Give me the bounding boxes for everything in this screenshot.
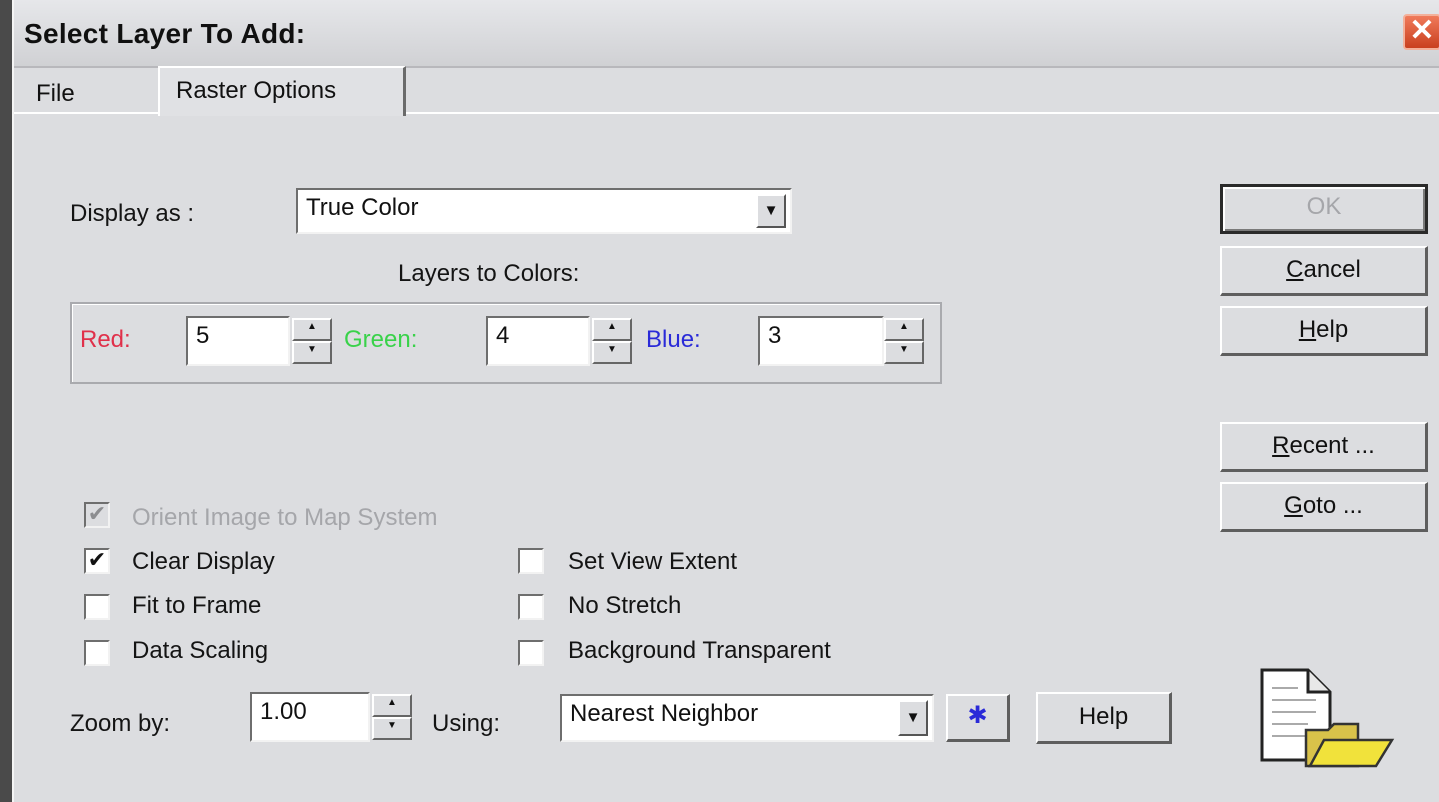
spin-up-icon[interactable]: ▲: [372, 694, 412, 717]
using-label: Using:: [432, 710, 501, 737]
display-as-select[interactable]: True Color ▼: [296, 188, 792, 234]
spin-down-icon[interactable]: ▼: [592, 341, 632, 364]
resampling-dropdown-arrow[interactable]: ▼: [898, 700, 928, 736]
set-view-extent-checkbox[interactable]: [518, 548, 544, 574]
set-view-extent-label: Set View Extent: [568, 548, 737, 575]
dialog-title: Select Layer To Add:: [24, 18, 306, 49]
spin-up-icon[interactable]: ▲: [292, 318, 332, 341]
green-label: Green:: [344, 326, 418, 353]
orient-image-checkbox[interactable]: ✔: [84, 502, 110, 528]
blue-layer-spinner[interactable]: ▲ ▼: [884, 318, 924, 364]
clear-display-checkbox[interactable]: ✔: [84, 548, 110, 574]
cancel-mnemonic: C: [1286, 256, 1304, 283]
orient-image-label: Orient Image to Map System: [132, 504, 438, 531]
green-layer-spinner[interactable]: ▲ ▼: [592, 318, 632, 364]
clear-display-label: Clear Display: [132, 548, 275, 575]
file-folder-icon: [1258, 668, 1398, 772]
recent-mnemonic: R: [1272, 432, 1290, 459]
fit-to-frame-checkbox[interactable]: [84, 594, 110, 620]
display-as-label: Display as :: [70, 200, 195, 227]
no-stretch-label: No Stretch: [568, 592, 682, 619]
fit-to-frame-label: Fit to Frame: [132, 592, 262, 619]
blue-label: Blue:: [646, 326, 701, 353]
display-as-value: True Color: [306, 194, 419, 221]
tab-file[interactable]: File: [36, 80, 75, 108]
red-layer-value: 5: [196, 322, 210, 349]
ok-button-label: OK: [1306, 193, 1342, 220]
close-icon: ✕: [1409, 14, 1435, 47]
red-layer-spinner[interactable]: ▲ ▼: [292, 318, 332, 364]
blue-layer-input[interactable]: 3: [758, 316, 884, 366]
layers-to-colors-heading: Layers to Colors:: [398, 260, 580, 287]
chevron-down-icon: ▼: [905, 709, 921, 726]
title-bar: Select Layer To Add: ✕: [14, 0, 1439, 68]
no-stretch-checkbox[interactable]: [518, 594, 544, 620]
zoom-by-input[interactable]: 1.00: [250, 692, 370, 742]
chevron-down-icon: ▼: [763, 202, 779, 219]
check-icon: ✔: [87, 501, 107, 526]
zoom-by-value: 1.00: [260, 698, 307, 725]
asterisk-icon: ✱: [967, 702, 988, 729]
select-layer-dialog: Select Layer To Add: ✕ File Raster Optio…: [12, 0, 1439, 802]
cancel-button[interactable]: Cancel: [1220, 246, 1428, 296]
recent-button[interactable]: Recent ...: [1220, 422, 1428, 472]
goto-button[interactable]: Goto ...: [1220, 482, 1428, 532]
goto-button-label: oto ...: [1302, 492, 1363, 519]
goto-mnemonic: G: [1284, 492, 1303, 519]
zoom-by-spinner[interactable]: ▲ ▼: [372, 694, 412, 740]
resampling-options-button[interactable]: ✱: [946, 694, 1010, 742]
data-scaling-label: Data Scaling: [132, 637, 269, 664]
blue-layer-value: 3: [768, 322, 782, 349]
spin-down-icon[interactable]: ▼: [372, 717, 412, 740]
background-transparent-checkbox[interactable]: [518, 640, 544, 666]
check-icon: ✔: [87, 547, 107, 572]
spin-up-icon[interactable]: ▲: [884, 318, 924, 341]
resampling-help-button[interactable]: Help: [1036, 692, 1172, 744]
resampling-value: Nearest Neighbor: [570, 700, 759, 727]
spin-down-icon[interactable]: ▼: [292, 341, 332, 364]
tab-raster-options-label: Raster Options: [176, 77, 337, 104]
data-scaling-checkbox[interactable]: [84, 640, 110, 666]
help-mnemonic: H: [1298, 316, 1317, 343]
cancel-button-label: ancel: [1303, 256, 1361, 283]
display-as-dropdown-arrow[interactable]: ▼: [756, 194, 786, 228]
ok-button[interactable]: OK: [1220, 184, 1428, 234]
background-transparent-label: Background Transparent: [568, 637, 831, 664]
help-button-label: elp: [1316, 316, 1349, 343]
green-layer-input[interactable]: 4: [486, 316, 590, 366]
resampling-select[interactable]: Nearest Neighbor ▼: [560, 694, 934, 742]
close-button[interactable]: ✕: [1403, 14, 1439, 50]
zoom-by-label: Zoom by:: [70, 710, 171, 737]
spin-down-icon[interactable]: ▼: [884, 341, 924, 364]
recent-button-label: ecent ...: [1289, 432, 1375, 459]
red-layer-input[interactable]: 5: [186, 316, 290, 366]
resampling-help-label: Help: [1078, 703, 1129, 730]
help-button[interactable]: Help: [1220, 306, 1428, 356]
tab-raster-options[interactable]: Raster Options: [158, 66, 406, 116]
green-layer-value: 4: [496, 322, 510, 349]
spin-up-icon[interactable]: ▲: [592, 318, 632, 341]
red-label: Red:: [80, 326, 131, 353]
